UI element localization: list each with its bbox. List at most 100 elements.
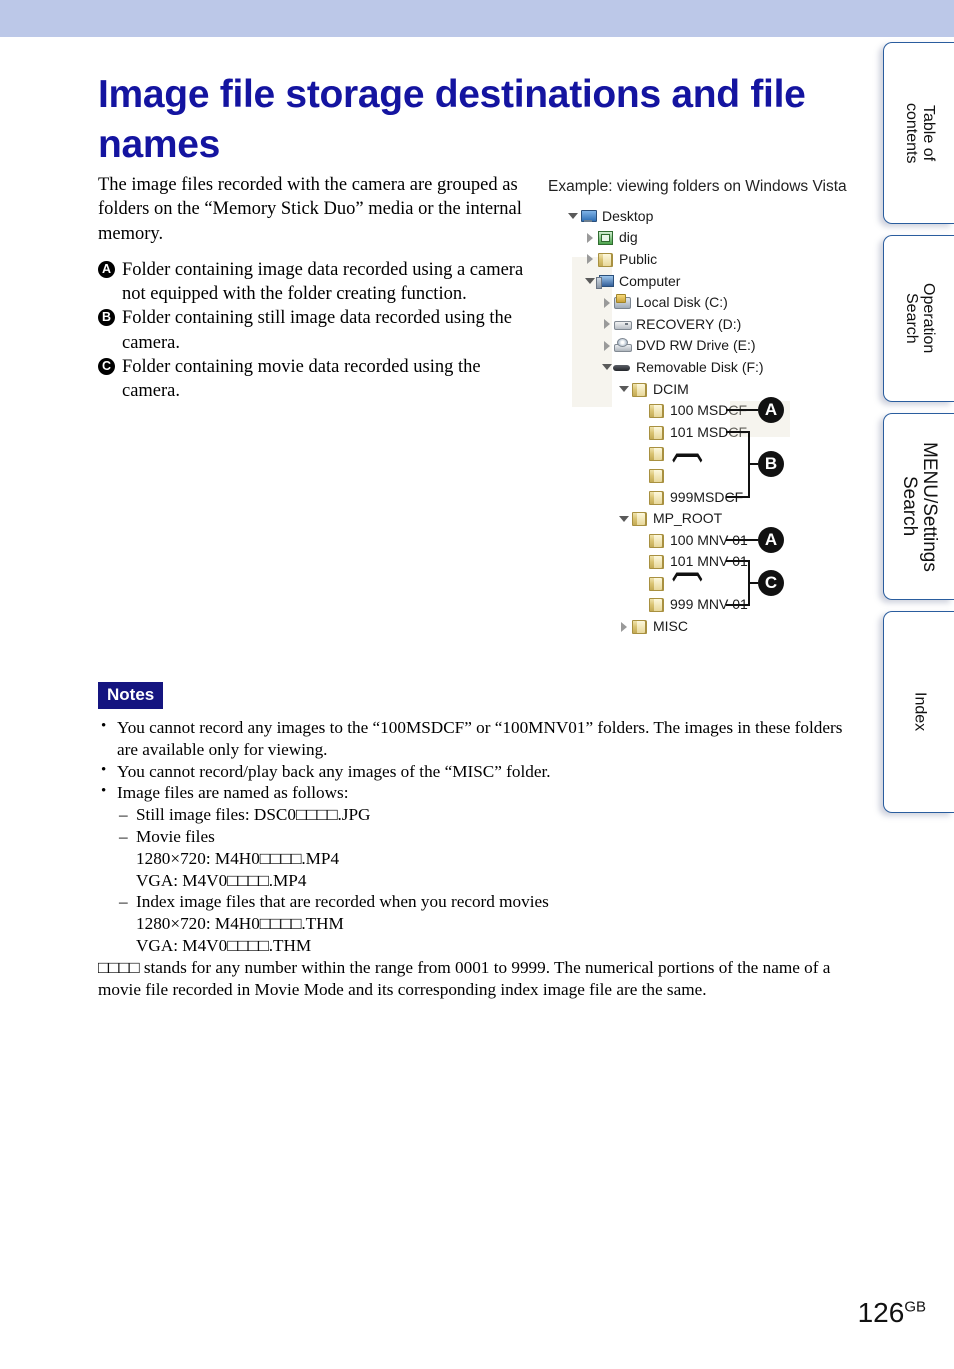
note-sub-item: 1280×720: M4H0□□□□.THM xyxy=(136,914,344,934)
monitor-icon xyxy=(579,208,597,224)
folder-icon xyxy=(647,402,665,419)
folder-icon xyxy=(647,424,665,440)
note-dash-item: Movie files xyxy=(98,826,858,848)
tree-item-label: MP_ROOT xyxy=(653,510,723,527)
page-number-suffix: GB xyxy=(904,1298,926,1316)
tree-item[interactable]: MISC xyxy=(548,615,848,637)
sidebar-item-menu-settings-search[interactable]: MENU/Settings Search xyxy=(883,413,954,600)
notes-section: Notes You cannot record any images to th… xyxy=(98,682,858,1000)
callout-leader-c-top xyxy=(726,560,750,563)
callout-leader-b-top xyxy=(726,430,750,433)
callout-badge-c: C xyxy=(758,570,784,596)
tree-item[interactable]: 999 MNV 01 xyxy=(548,594,848,616)
folder-icon xyxy=(630,510,648,527)
tree-item[interactable]: Public xyxy=(548,248,848,270)
abc-legend-item-b: B Folder containing still image data rec… xyxy=(98,306,538,355)
tree-item-label: Public xyxy=(619,250,658,267)
tree-item[interactable]: DVD RW Drive (E:) xyxy=(548,335,848,357)
badge-c-icon: C xyxy=(98,358,115,376)
range-squiggle-dcim: ❲ xyxy=(672,437,706,478)
chevron-down-icon[interactable] xyxy=(617,382,630,395)
tree-item[interactable]: dig xyxy=(548,227,848,249)
abc-legend-text-c: Folder containing movie data recorded us… xyxy=(122,357,481,402)
callout-badge-a2: A xyxy=(758,526,784,553)
notes-label: Notes xyxy=(98,682,164,709)
sidebar-item-operation-search[interactable]: Operation Search xyxy=(883,235,954,402)
note-bullet-item: Image files are named as follows: xyxy=(98,781,858,804)
range-squiggle-mproot: ❲ xyxy=(672,555,706,597)
folder-icon xyxy=(647,489,665,505)
sidebar-item-table-of-contents[interactable]: Table of contents xyxy=(883,42,954,224)
folder-icon xyxy=(630,618,648,635)
note-bullet-item: You cannot record/play back any images o… xyxy=(98,760,858,783)
folder-tree-caption: Example: viewing folders on Windows Vist… xyxy=(548,178,847,195)
callout-leader-a1 xyxy=(726,409,758,412)
note-sub-item: VGA: M4V0□□□□.MP4 xyxy=(136,870,307,890)
tree-item-label: Local Disk (C:) xyxy=(636,294,728,311)
tree-item[interactable]: RECOVERY (D:) xyxy=(548,313,848,335)
chevron-right-icon[interactable] xyxy=(600,296,613,309)
chevron-right-icon[interactable] xyxy=(600,339,613,352)
chevron-right-icon[interactable] xyxy=(600,317,613,330)
tree-item-label: RECOVERY (D:) xyxy=(636,315,742,332)
note-plain-item: □□□□ stands for any number within the ra… xyxy=(98,957,831,999)
abc-legend-text-a: Folder containing image data recorded us… xyxy=(122,259,524,305)
callout-leader-c-bottom xyxy=(726,603,750,606)
tree-item[interactable]: 100 MNV 01 xyxy=(548,529,848,551)
chevron-right-icon[interactable] xyxy=(617,620,630,633)
page-number-value: 126 xyxy=(857,1297,905,1328)
chevron-down-icon[interactable] xyxy=(566,209,579,222)
tree-item[interactable]: Desktop xyxy=(548,205,848,227)
tree-item[interactable]: MP_ROOT xyxy=(548,507,848,529)
folder-icon xyxy=(647,575,665,591)
callout-leader-b-bottom xyxy=(726,495,750,498)
removable-disk-icon xyxy=(613,359,631,375)
chevron-right-icon[interactable] xyxy=(583,252,596,265)
callout-leader-c-mid xyxy=(748,582,758,584)
callout-badge-a1: A xyxy=(758,397,784,424)
abc-legend-item-a: A Folder containing image data recorded … xyxy=(98,258,538,307)
tree-item[interactable]: Computer xyxy=(548,270,848,292)
tree-item[interactable]: Local Disk (C:) xyxy=(548,291,848,313)
computer-icon xyxy=(596,273,614,289)
callout-badge-b: B xyxy=(758,451,784,478)
sidebar-item-index[interactable]: Index xyxy=(883,611,954,813)
chevron-down-icon[interactable] xyxy=(617,512,630,525)
folder-tree-figure: Example: viewing folders on Windows Vist… xyxy=(548,177,848,637)
tab-label-menu-settings-search: MENU/Settings Search xyxy=(899,441,940,572)
folder-icon xyxy=(647,532,665,548)
tree-item[interactable]: DCIM xyxy=(548,378,848,400)
note-sub-item: 1280×720: M4H0□□□□.MP4 xyxy=(136,848,340,868)
tree-item-label: DVD RW Drive (E:) xyxy=(636,337,756,354)
chevron-down-icon[interactable] xyxy=(583,274,596,287)
badge-b-icon: B xyxy=(98,309,115,327)
folder-icon xyxy=(647,596,665,613)
tree-item[interactable]: Removable Disk (F:) xyxy=(548,356,848,378)
note-dash-item: Index image files that are recorded when… xyxy=(98,891,858,913)
chevron-right-icon[interactable] xyxy=(583,231,596,244)
tree-item-label: dig xyxy=(619,229,638,246)
folder-icon xyxy=(647,553,665,570)
callout-leader-b-mid xyxy=(748,463,758,466)
note-sub-item: VGA: M4V0□□□□.THM xyxy=(136,935,312,955)
tree-item-label: Desktop xyxy=(602,207,654,224)
chevron-down-icon[interactable] xyxy=(600,360,613,373)
tree-item[interactable]: 100 MSDCF xyxy=(548,399,848,421)
note-bullet-item: You cannot record any images to the “100… xyxy=(98,716,858,761)
drive-icon xyxy=(613,316,632,332)
tree-item[interactable]: 999MSDCF xyxy=(548,486,848,508)
note-dash-item: Still image files: DSC0□□□□.JPG xyxy=(98,804,858,826)
local-disk-icon xyxy=(613,294,631,310)
tab-label-table-of-contents: Table of contents xyxy=(903,102,937,164)
tab-label-operation-search: Operation Search xyxy=(903,283,937,354)
abc-legend-text-b: Folder containing still image data recor… xyxy=(122,308,512,353)
intro-paragraph: The image files recorded with the camera… xyxy=(98,175,522,244)
folder-icon xyxy=(647,467,665,483)
